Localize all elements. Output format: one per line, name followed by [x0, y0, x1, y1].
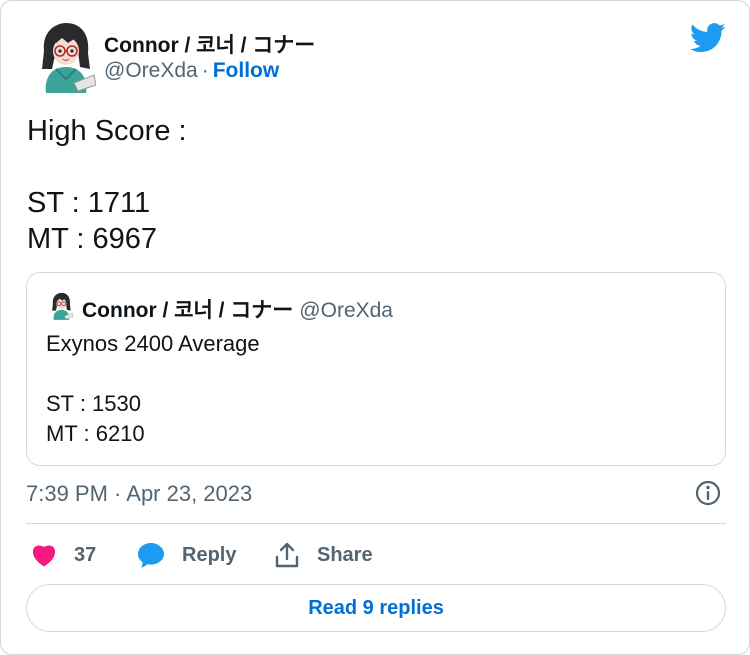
author-handle[interactable]: @OreXda	[104, 59, 198, 82]
info-icon[interactable]	[694, 479, 722, 507]
tweet-header: Connor / 코너 / コナー @OreXda · Follow	[28, 17, 728, 93]
avatar[interactable]	[34, 21, 96, 93]
heart-icon	[32, 545, 56, 567]
share-label: Share	[317, 543, 373, 566]
separator-dot: ·	[201, 59, 209, 82]
share-button[interactable]: Share	[273, 537, 373, 573]
reply-label: Reply	[182, 543, 237, 566]
like-count: 37	[74, 543, 97, 566]
quoted-author-handle: @OreXda	[299, 299, 393, 322]
read-replies-button[interactable]: Read 9 replies	[26, 584, 726, 632]
quoted-avatar	[52, 292, 73, 320]
share-icon	[275, 542, 299, 568]
author-handle-line: @OreXda · Follow	[104, 59, 279, 83]
follow-button[interactable]: Follow	[213, 59, 280, 82]
author-name[interactable]: Connor / 코너 / コナー	[104, 29, 315, 59]
reply-button[interactable]: Reply	[136, 537, 236, 573]
quoted-author-line: Connor / 코너 / コナー @OreXda	[82, 294, 393, 324]
like-button[interactable]: 37	[31, 537, 96, 573]
quoted-tweet-text: Exynos 2400 Average ST : 1530 MT : 6210	[46, 331, 260, 446]
tweet-text: High Score : ST : 1711 MT : 6967	[27, 115, 187, 255]
tweet-card: Connor / 코너 / コナー @OreXda · Follow High Sc…	[0, 0, 750, 655]
comment-icon	[138, 543, 164, 568]
quoted-tweet[interactable]: Connor / 코너 / コナー @OreXda Exynos 2400 Ave…	[26, 272, 726, 466]
quoted-author-name: Connor / 코너 / コナー	[82, 299, 294, 322]
divider	[26, 523, 726, 524]
twitter-bird-icon[interactable]	[690, 23, 726, 53]
tweet-timestamp[interactable]: 7:39 PM · Apr 23, 2023	[26, 481, 252, 507]
